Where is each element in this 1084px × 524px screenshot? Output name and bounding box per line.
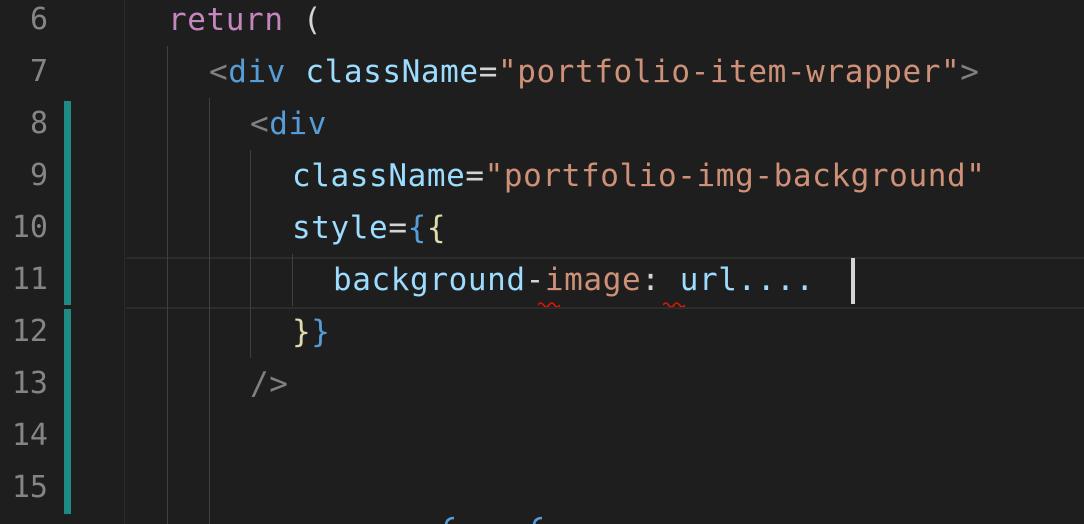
indent-guide — [167, 46, 168, 524]
tag-close-bracket: > — [960, 54, 980, 90]
paren: ( — [283, 2, 323, 38]
indent-guide — [209, 98, 210, 524]
minus-operator: - — [525, 262, 545, 298]
tag-open-bracket: < — [209, 54, 229, 90]
value-text: url.... — [660, 262, 815, 298]
tag-name: div — [269, 106, 328, 142]
indent-guide — [250, 150, 251, 358]
code-line-13[interactable]: /> — [250, 358, 289, 410]
code-editor[interactable]: 6 7 8 9 10 11 12 13 14 15 return ( <div … — [0, 0, 1084, 524]
line-number: 13 — [11, 366, 48, 401]
text-cursor — [851, 258, 855, 304]
line-number: 14 — [11, 418, 48, 453]
gutter-divider — [124, 0, 125, 524]
string-value: "portfolio-img-background" — [484, 158, 986, 194]
code-line-8[interactable]: <div — [250, 98, 327, 150]
git-modified-indicator[interactable] — [64, 309, 71, 514]
property-text: image — [544, 262, 642, 298]
error-squiggle[interactable] — [663, 301, 685, 307]
git-modified-indicator[interactable] — [64, 101, 71, 305]
jsx-expression-brace: } — [311, 314, 331, 350]
equals-sign: = — [388, 210, 408, 246]
line-number: 9 — [29, 158, 48, 193]
object-brace: } — [292, 314, 312, 350]
code-line-9[interactable]: className="portfolio-img-background" — [292, 150, 986, 202]
object-brace: { — [426, 210, 447, 246]
tag-open-bracket: < — [250, 106, 270, 142]
error-squiggle[interactable] — [538, 301, 560, 307]
line-number: 6 — [29, 2, 48, 37]
code-line-12[interactable]: }} — [292, 306, 331, 358]
equals-sign: = — [478, 54, 498, 90]
line-number: 7 — [29, 54, 48, 89]
tag-name: div — [228, 54, 287, 90]
code-line-7[interactable]: <div className="portfolio-item-wrapper"> — [209, 46, 980, 98]
string-value: "portfolio-item-wrapper" — [497, 54, 961, 90]
indent-guide — [292, 254, 293, 306]
attribute-name: className — [292, 158, 466, 194]
code-line-11[interactable]: background-image: url.... — [333, 254, 815, 306]
line-number: 8 — [29, 106, 48, 141]
keyword-return: return — [168, 2, 284, 38]
attribute-name: style — [292, 210, 389, 246]
line-number-gutter: 6 7 8 9 10 11 12 13 14 15 — [0, 0, 124, 524]
line-number: 15 — [11, 470, 48, 505]
line-number: 12 — [11, 314, 48, 349]
equals-sign: = — [465, 158, 485, 194]
code-line-6[interactable]: return ( — [168, 0, 322, 46]
line-number: 10 — [11, 210, 48, 245]
self-closing-tag: /> — [250, 366, 289, 402]
partial-code-line — [444, 516, 543, 524]
line-number: 11 — [11, 262, 48, 297]
property-text: background — [333, 262, 526, 298]
code-line-10[interactable]: style={{ — [292, 202, 446, 254]
colon: : — [641, 262, 661, 298]
jsx-expression-brace: { — [407, 210, 427, 246]
attribute-name: className — [286, 54, 479, 90]
